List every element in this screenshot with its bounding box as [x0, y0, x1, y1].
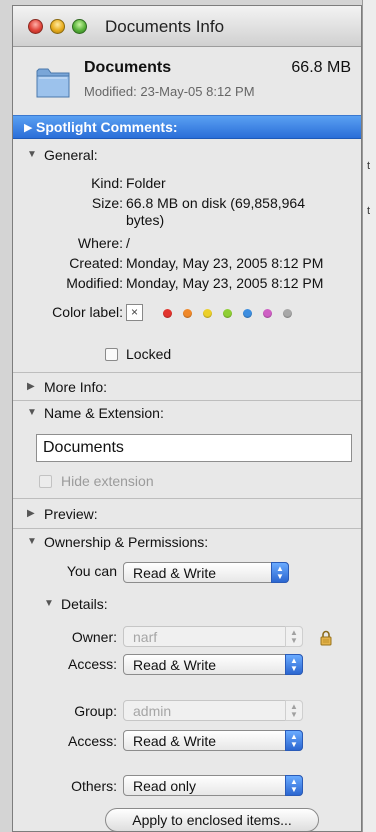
divider: [13, 372, 361, 373]
group-access-popup[interactable]: Read & Write ▲ ▼: [123, 730, 303, 751]
locked-label: Locked: [126, 346, 172, 362]
color-label-label: Color label:: [52, 304, 123, 320]
background-window-edge: [362, 0, 376, 832]
popup-value: Read only: [133, 778, 197, 794]
lock-icon[interactable]: [320, 630, 332, 646]
popup-arrows-icon: ▲ ▼: [271, 562, 289, 583]
disclosure-expanded-icon[interactable]: ▼: [44, 598, 54, 609]
popup-value: Read & Write: [133, 657, 216, 673]
divider: [13, 498, 361, 499]
disclosure-collapsed-icon[interactable]: ▶: [27, 508, 35, 519]
item-modified: Modified: 23-May-05 8:12 PM: [84, 84, 255, 99]
owner-label: Owner:: [71, 629, 117, 645]
others-label: Others:: [71, 778, 117, 794]
disclosure-collapsed-icon[interactable]: ▶: [24, 121, 32, 134]
color-label-gray[interactable]: [283, 309, 292, 318]
color-label-yellow[interactable]: [203, 309, 212, 318]
where-value: /: [126, 235, 130, 251]
details-disclosure[interactable]: ▼ Details:: [13, 594, 361, 616]
background-text-fragment: t: [367, 205, 371, 217]
created-label: Created:: [69, 255, 123, 271]
popup-arrows-icon: ▲ ▼: [285, 626, 303, 647]
owner-popup[interactable]: narf ▲ ▼: [123, 626, 303, 647]
group-access-label: Access:: [67, 733, 117, 749]
section-name-extension[interactable]: ▼ Name & Extension:: [13, 403, 361, 425]
folder-icon: [36, 68, 70, 98]
divider: [13, 528, 361, 529]
hide-extension-checkbox[interactable]: [39, 475, 52, 488]
you-can-popup[interactable]: Read & Write ▲ ▼: [123, 562, 289, 583]
disclosure-expanded-icon[interactable]: ▼: [27, 149, 37, 160]
popup-value: Read & Write: [133, 565, 216, 581]
section-label: Ownership & Permissions:: [44, 534, 209, 550]
section-label: More Info:: [44, 379, 108, 395]
info-window: Documents Info Documents 66.8 MB Modifie…: [12, 5, 362, 832]
where-label: Where:: [77, 235, 123, 251]
close-button[interactable]: [28, 19, 43, 34]
color-label-red[interactable]: [163, 309, 172, 318]
others-popup[interactable]: Read only ▲ ▼: [123, 775, 303, 796]
group-popup[interactable]: admin ▲ ▼: [123, 700, 303, 721]
color-label-orange[interactable]: [183, 309, 192, 318]
owner-access-label: Access:: [67, 656, 117, 672]
size-value-cont: bytes): [126, 212, 165, 228]
color-label-none[interactable]: ×: [126, 304, 143, 321]
modified-label: Modified:: [66, 275, 123, 291]
popup-value: narf: [133, 629, 158, 645]
kind-value: Folder: [126, 175, 166, 191]
item-size: 66.8 MB: [291, 59, 351, 76]
disclosure-expanded-icon[interactable]: ▼: [27, 407, 37, 418]
minimize-button[interactable]: [50, 19, 65, 34]
created-value: Monday, May 23, 2005 8:12 PM: [126, 255, 324, 271]
zoom-button[interactable]: [72, 19, 87, 34]
popup-arrows-icon: ▲ ▼: [285, 654, 303, 675]
section-label: Preview:: [44, 506, 98, 522]
popup-value: Read & Write: [133, 733, 216, 749]
section-preview[interactable]: ▶ Preview:: [13, 504, 361, 526]
popup-arrows-icon: ▲ ▼: [285, 730, 303, 751]
apply-to-enclosed-button[interactable]: Apply to enclosed items...: [105, 808, 319, 831]
color-label-green[interactable]: [223, 309, 232, 318]
title-bar[interactable]: Documents Info: [13, 6, 361, 47]
name-field[interactable]: Documents: [36, 434, 352, 462]
size-value: 66.8 MB on disk (69,858,964: [126, 195, 306, 211]
size-label: Size:: [91, 195, 123, 211]
kind-label: Kind:: [91, 175, 123, 191]
popup-arrows-icon: ▲ ▼: [285, 775, 303, 796]
disclosure-collapsed-icon[interactable]: ▶: [27, 381, 35, 392]
popup-arrows-icon: ▲ ▼: [285, 700, 303, 721]
color-label-blue[interactable]: [243, 309, 252, 318]
popup-value: admin: [133, 703, 172, 719]
section-label: General:: [44, 147, 98, 163]
hide-extension-label: Hide extension: [61, 473, 154, 489]
section-general[interactable]: ▼ General:: [13, 145, 361, 167]
item-name: Documents: [84, 59, 172, 76]
you-can-label: You can: [66, 563, 117, 579]
section-label: Spotlight Comments:: [36, 119, 178, 135]
color-label-purple[interactable]: [263, 309, 272, 318]
details-label: Details:: [61, 596, 108, 612]
owner-access-popup[interactable]: Read & Write ▲ ▼: [123, 654, 303, 675]
group-label: Group:: [74, 703, 117, 719]
modified-value: Monday, May 23, 2005 8:12 PM: [126, 275, 324, 291]
section-ownership-permissions[interactable]: ▼ Ownership & Permissions:: [13, 532, 361, 554]
divider: [13, 400, 361, 401]
locked-checkbox[interactable]: [105, 348, 118, 361]
section-label: Name & Extension:: [44, 405, 164, 421]
section-more-info[interactable]: ▶ More Info:: [13, 377, 361, 399]
disclosure-expanded-icon[interactable]: ▼: [27, 536, 37, 547]
section-spotlight-comments[interactable]: ▶ Spotlight Comments:: [13, 115, 361, 139]
window-title: Documents Info: [105, 17, 225, 36]
background-text-fragment: t: [367, 160, 371, 172]
